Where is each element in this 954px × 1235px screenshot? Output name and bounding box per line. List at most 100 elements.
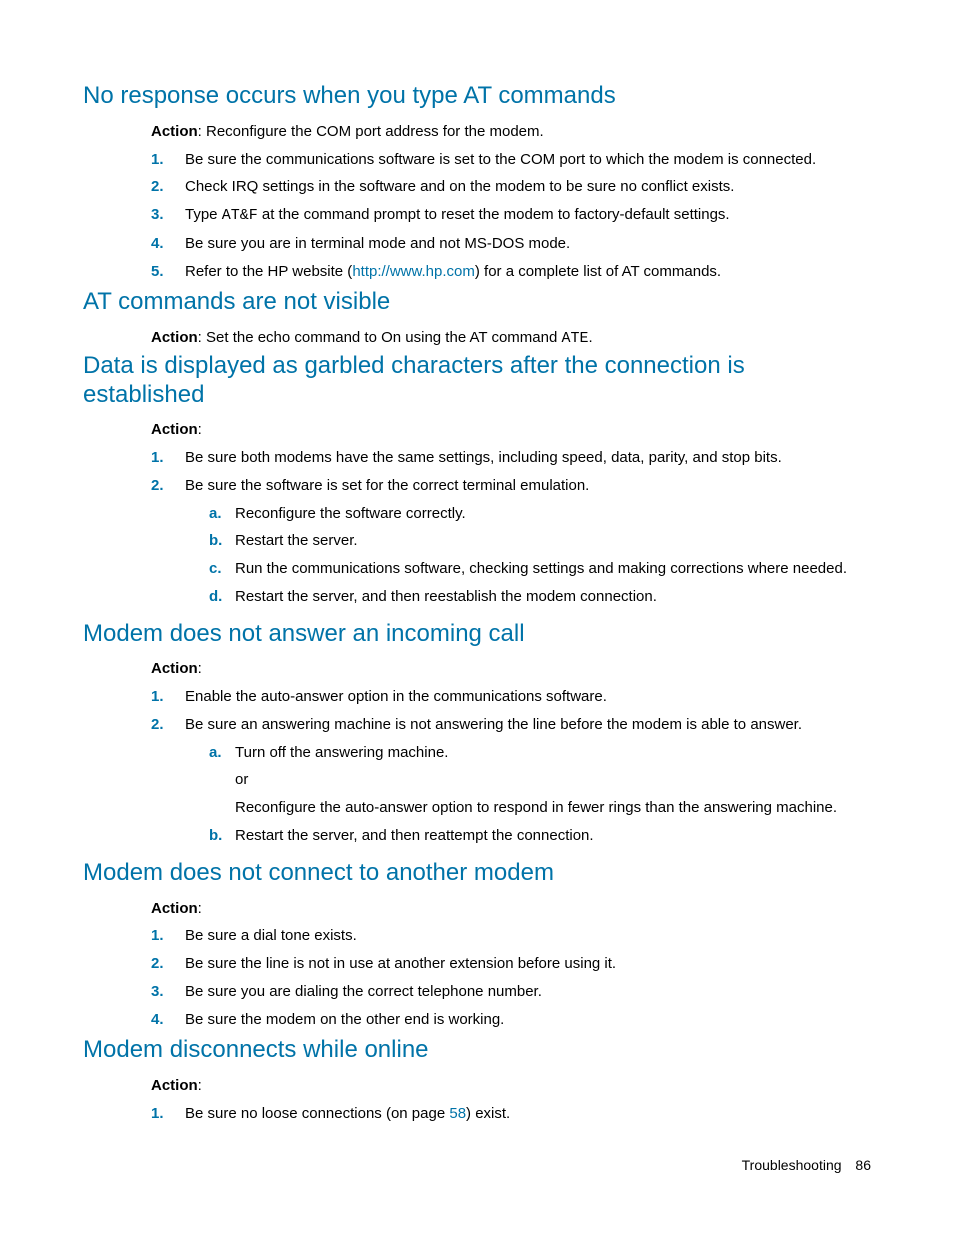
ordered-list: 1. Enable the auto-answer option in the … [151,686,871,853]
list-text: Be sure the line is not in use at anothe… [185,953,871,975]
action-text: : [198,421,202,438]
list-item: 2. Be sure an answering machine is not a… [151,714,871,853]
sub-marker: b. [209,530,235,552]
list-text: Be sure the modem on the other end is wo… [185,1009,871,1031]
action-label: Action [151,660,198,677]
list-item: 1. Be sure both modems have the same set… [151,447,871,469]
sub-text: Restart the server. [235,530,871,552]
action-label: Action [151,421,198,438]
sub-list: a. Reconfigure the software correctly. b… [209,503,871,608]
text-post: ) exist. [466,1105,510,1122]
sub-marker: b. [209,825,235,847]
list-marker: 2. [151,714,185,736]
action-label: Action [151,900,198,917]
action-line: Action: [151,419,871,441]
action-line: Action: [151,658,871,680]
list-text: Enable the auto-answer option in the com… [185,686,871,708]
sub-list: a. Turn off the answering machine. or Re… [209,742,871,847]
page-ref-link[interactable]: 58 [449,1105,466,1122]
heading-no-answer: Modem does not answer an incoming call [83,620,871,649]
list-marker: 1. [151,1103,185,1125]
list-text: Check IRQ settings in the software and o… [185,176,871,198]
heading-garbled-data: Data is displayed as garbled characters … [83,352,871,410]
list-text: Be sure both modems have the same settin… [185,447,871,469]
list-item: 1. Be sure no loose connections (on page… [151,1103,871,1125]
heading-at-not-visible: AT commands are not visible [83,288,871,317]
list-marker: 3. [151,204,185,226]
sub-item: c. Run the communications software, chec… [209,558,871,580]
ordered-list: 1. Be sure the communications software i… [151,149,871,283]
list-item: 1. Enable the auto-answer option in the … [151,686,871,708]
list-marker: 2. [151,953,185,975]
sub-item: d. Restart the server, and then reestabl… [209,586,871,608]
list-marker: 4. [151,1009,185,1031]
sub-after: Reconfigure the auto-answer option to re… [235,797,871,819]
sub-text: Restart the server, and then reattempt t… [235,825,871,847]
heading-no-response: No response occurs when you type AT comm… [83,82,871,111]
page-footer: Troubleshooting 86 [742,1155,871,1175]
list-item: 1. Be sure a dial tone exists. [151,925,871,947]
text-pre: Be sure no loose connections (on page [185,1105,449,1122]
section-body: Action: 1. Be sure both modems have the … [151,419,871,613]
action-line: Action: Reconfigure the COM port address… [151,121,871,143]
list-item: 2. Check IRQ settings in the software an… [151,176,871,198]
sub-item: b. Restart the server. [209,530,871,552]
list-text: Be sure the software is set for the corr… [185,475,871,614]
list-marker: 1. [151,149,185,171]
sub-marker: a. [209,503,235,525]
list-item: 4. Be sure the modem on the other end is… [151,1009,871,1031]
page: No response occurs when you type AT comm… [0,0,954,1235]
sub-text: Run the communications software, checkin… [235,558,871,580]
list-marker: 2. [151,176,185,198]
list-marker: 3. [151,981,185,1003]
list-marker: 1. [151,686,185,708]
action-text: : Reconfigure the COM port address for t… [198,123,544,140]
sub-item: a. Reconfigure the software correctly. [209,503,871,525]
sub-text: Reconfigure the software correctly. [235,503,871,525]
action-line: Action: [151,1075,871,1097]
list-text: Type AT&F at the command prompt to reset… [185,204,871,227]
list-text: Be sure you are dialing the correct tele… [185,981,871,1003]
sub-marker: c. [209,558,235,580]
footer-page-number: 86 [855,1157,871,1173]
action-text: : [198,1077,202,1094]
ordered-list: 1. Be sure a dial tone exists. 2. Be sur… [151,925,871,1030]
sub-line: Turn off the answering machine. [235,744,448,761]
text-pre: Type [185,206,222,223]
list-item: 1. Be sure the communications software i… [151,149,871,171]
section-body: Action: 1. Be sure a dial tone exists. 2… [151,898,871,1031]
text-post: ) for a complete list of AT commands. [475,263,721,280]
list-marker: 5. [151,261,185,283]
sub-item: b. Restart the server, and then reattemp… [209,825,871,847]
footer-label: Troubleshooting [742,1157,842,1173]
list-item: 4. Be sure you are in terminal mode and … [151,233,871,255]
heading-no-connect: Modem does not connect to another modem [83,859,871,888]
section-body: Action: Set the echo command to On using… [151,327,871,350]
action-text: : [198,660,202,677]
action-pre: : Set the echo command to On using the A… [198,329,562,346]
section-body: Action: Reconfigure the COM port address… [151,121,871,283]
ordered-list: 1. Be sure no loose connections (on page… [151,1103,871,1125]
or-text: or [235,769,871,791]
list-text: Be sure the communications software is s… [185,149,871,171]
code: AT&F [222,207,258,224]
action-label: Action [151,329,198,346]
action-label: Action [151,123,198,140]
sub-marker: a. [209,742,235,764]
section-body: Action: 1. Enable the auto-answer option… [151,658,871,852]
item-text: Be sure an answering machine is not answ… [185,716,802,733]
list-text: Be sure a dial tone exists. [185,925,871,947]
sub-text: Restart the server, and then reestablish… [235,586,871,608]
sub-marker: d. [209,586,235,608]
action-text: : [198,900,202,917]
ordered-list: 1. Be sure both modems have the same set… [151,447,871,614]
hp-website-link[interactable]: http://www.hp.com [352,263,475,280]
list-item: 3. Be sure you are dialing the correct t… [151,981,871,1003]
list-marker: 1. [151,925,185,947]
list-marker: 2. [151,475,185,497]
text-pre: Refer to the HP website ( [185,263,352,280]
list-item: 2. Be sure the line is not in use at ano… [151,953,871,975]
action-label: Action [151,1077,198,1094]
sub-text: Turn off the answering machine. or Recon… [235,742,871,819]
heading-disconnects: Modem disconnects while online [83,1036,871,1065]
